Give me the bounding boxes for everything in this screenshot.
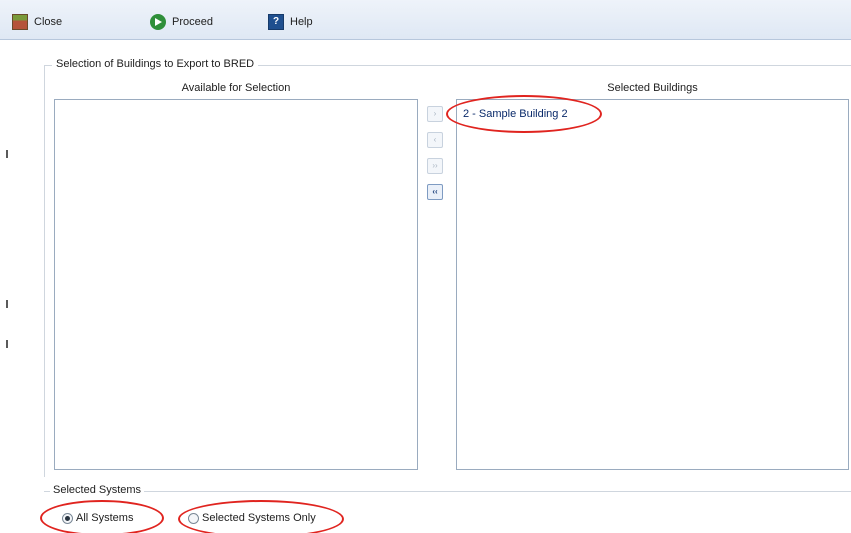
selected-systems-only-label: Selected Systems Only (202, 512, 316, 524)
selected-header: Selected Buildings (607, 82, 698, 94)
radio-checked-icon (62, 512, 73, 524)
window-edge-marker (6, 150, 8, 158)
systems-group-title: Selected Systems (50, 484, 145, 496)
available-header: Available for Selection (181, 82, 291, 94)
toolbar: Close Proceed ? Help (0, 0, 851, 40)
help-label: Help (290, 16, 313, 28)
available-buildings-list[interactable] (54, 99, 418, 470)
selected-buildings-list[interactable]: 2 - Sample Building 2 (456, 99, 849, 470)
selected-systems-only-radio[interactable]: Selected Systems Only (188, 512, 316, 524)
help-button[interactable]: ? Help (268, 13, 313, 31)
all-systems-radio[interactable]: All Systems (62, 512, 133, 524)
close-icon (12, 14, 28, 30)
move-all-right-button[interactable]: ›› (427, 158, 443, 174)
systems-group-border (44, 491, 851, 492)
move-left-button[interactable]: ‹ (427, 132, 443, 148)
window-edge-marker (6, 340, 8, 348)
close-label: Close (34, 16, 63, 28)
proceed-icon (150, 14, 166, 30)
help-icon: ? (268, 14, 284, 30)
radio-unchecked-icon (188, 512, 199, 524)
all-systems-label: All Systems (76, 512, 134, 524)
selection-group-title: Selection of Buildings to Export to BRED (52, 58, 259, 70)
move-right-button[interactable]: › (427, 106, 443, 122)
proceed-label: Proceed (172, 16, 213, 28)
proceed-button[interactable]: Proceed (150, 13, 213, 31)
move-all-left-button[interactable]: ‹‹ (427, 184, 443, 200)
list-item[interactable]: 2 - Sample Building 2 (463, 108, 568, 120)
window-edge-marker (6, 300, 8, 308)
close-button[interactable]: Close (12, 13, 62, 31)
group-border-left (44, 65, 45, 477)
